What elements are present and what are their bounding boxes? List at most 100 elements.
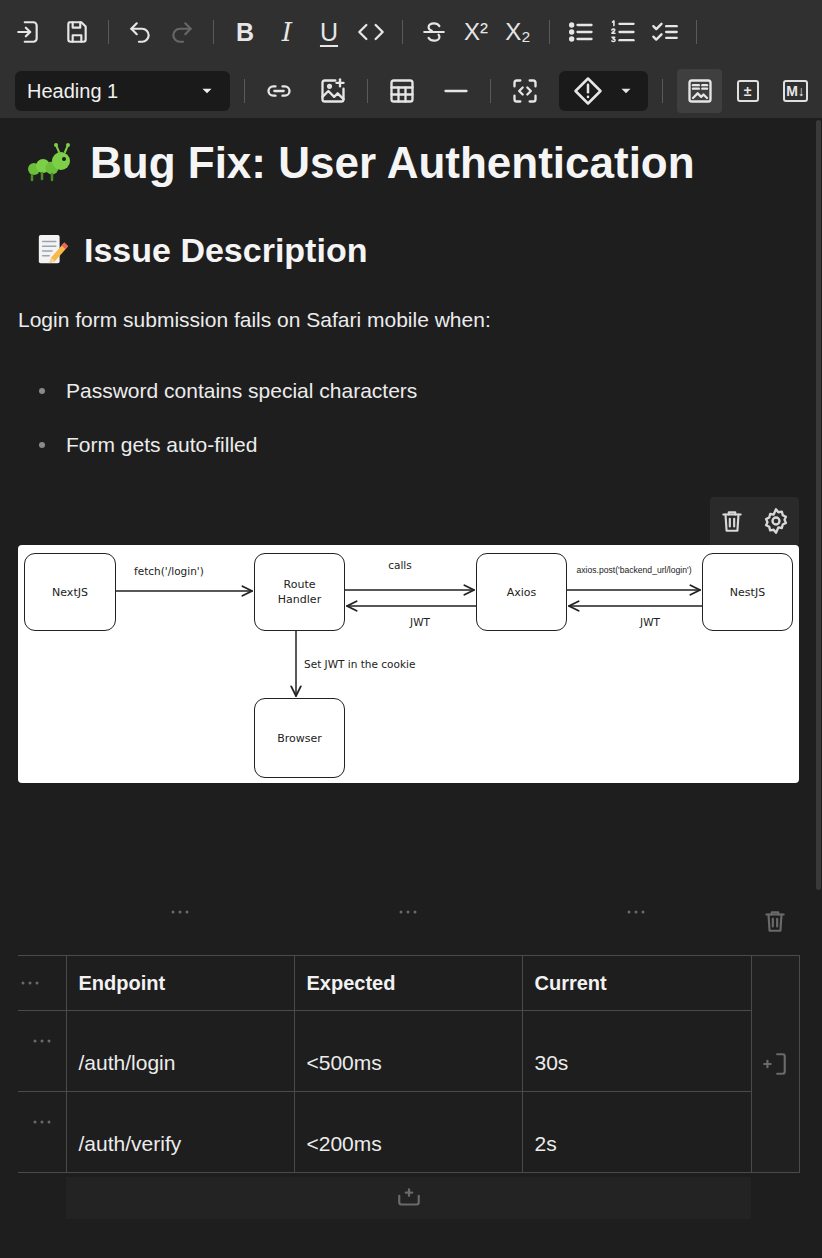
strikethrough-icon <box>421 19 447 45</box>
table-cell[interactable]: <200ms <box>294 1092 522 1173</box>
bullet-list-button[interactable] <box>561 12 601 52</box>
code-button[interactable] <box>351 12 391 52</box>
column-handle[interactable] <box>294 900 522 924</box>
code-block-icon <box>511 77 539 105</box>
save-icon <box>64 19 90 45</box>
bug-icon <box>24 139 72 187</box>
toolbar-separator <box>367 79 368 103</box>
editor-content[interactable]: Bug Fix: User Authentication Issue Descri… <box>0 135 822 1219</box>
preview-mode-button[interactable] <box>677 69 722 113</box>
callout-icon <box>573 76 603 106</box>
markdown-mode-button[interactable]: M↓ <box>773 69 818 113</box>
toolbar-row: Heading 1 ±M↓ <box>0 64 822 118</box>
chevron-down-icon <box>198 82 216 100</box>
diagram-node: Axios <box>476 553 567 631</box>
table-cell[interactable]: /auth/login <box>66 1011 294 1092</box>
code-block-button[interactable] <box>505 71 545 111</box>
toolbar-separator <box>490 79 491 103</box>
toolbar-separator <box>696 20 697 44</box>
callout-dropdown[interactable] <box>559 71 648 111</box>
delete-image-button[interactable] <box>719 508 745 534</box>
link-button[interactable] <box>259 71 299 111</box>
toolbar-separator <box>662 79 663 103</box>
column-header[interactable]: Endpoint <box>66 956 294 1011</box>
dots-icon <box>18 971 42 995</box>
horizontal-rule-button[interactable] <box>436 71 476 111</box>
edge-label: JWT <box>410 616 430 629</box>
table-cell[interactable]: <500ms <box>294 1011 522 1092</box>
table-row: /auth/verify<200ms2s <box>18 1092 799 1173</box>
memo-icon <box>36 233 70 267</box>
redo-button[interactable] <box>162 12 202 52</box>
add-column-icon <box>762 1051 788 1077</box>
trash-icon <box>762 908 788 934</box>
edge-label: JWT <box>640 616 660 629</box>
code-icon <box>357 18 385 46</box>
undo-button[interactable] <box>120 12 160 52</box>
section-heading[interactable]: Issue Description <box>18 228 799 272</box>
add-column-button[interactable] <box>751 956 799 1173</box>
horizontal-rule-icon <box>442 77 470 105</box>
bullet-item[interactable]: Form gets auto-filled <box>66 430 799 460</box>
table-cell[interactable]: /auth/verify <box>66 1092 294 1173</box>
bullet-dot <box>39 442 45 448</box>
row-handle[interactable] <box>18 1092 66 1173</box>
edge-label: fetch('/login') <box>134 565 204 578</box>
strikethrough-button[interactable] <box>414 12 454 52</box>
document-title[interactable]: Bug Fix: User Authentication <box>18 135 799 191</box>
table-icon <box>388 77 416 105</box>
add-row-icon <box>396 1185 422 1211</box>
add-row-button[interactable] <box>66 1177 751 1219</box>
dots-icon <box>168 900 192 924</box>
subscript-button[interactable]: X₂ <box>498 12 538 52</box>
column-header[interactable]: Expected <box>294 956 522 1011</box>
link-icon <box>264 77 294 105</box>
table-cell[interactable]: 2s <box>522 1092 751 1173</box>
chevron-down-icon <box>617 82 635 100</box>
table-button[interactable] <box>382 71 422 111</box>
column-handles <box>18 897 799 927</box>
image-settings-button[interactable] <box>762 507 790 535</box>
row-handle[interactable] <box>18 1011 66 1092</box>
edge-label: axios.post('backend_url/login') <box>576 564 691 577</box>
editor-toolbar: BIU X²X₂ Heading 1 ±M↓ <box>0 0 822 118</box>
insert-image-button[interactable] <box>313 71 353 111</box>
toolbar-row: BIU X²X₂ <box>0 0 822 64</box>
diagram-node: Browser <box>254 698 345 778</box>
save-button[interactable] <box>57 12 97 52</box>
bullet-dot <box>39 388 45 394</box>
bullet-item[interactable]: Password contains special characters <box>66 376 799 406</box>
row-handle[interactable] <box>18 956 66 1011</box>
column-handle[interactable] <box>522 900 750 924</box>
image-text-icon <box>686 77 714 105</box>
import-button[interactable] <box>8 12 48 52</box>
delete-table-button[interactable] <box>750 890 799 934</box>
superscript-button[interactable]: X² <box>456 12 496 52</box>
column-header[interactable]: Current <box>522 956 751 1011</box>
bullet-list-icon <box>567 18 595 46</box>
checklist-button[interactable] <box>645 12 685 52</box>
gear-icon <box>762 507 790 535</box>
italic-button[interactable]: I <box>267 12 307 52</box>
view-mode-group: ±M↓ <box>677 69 818 113</box>
block-type-select[interactable]: Heading 1 <box>15 71 230 111</box>
image-add-icon <box>319 77 347 105</box>
toolbar-separator <box>244 79 245 103</box>
underline-button[interactable]: U <box>309 12 349 52</box>
scrollbar[interactable] <box>816 120 821 890</box>
table-cell[interactable]: 30s <box>522 1011 751 1092</box>
diagram-image[interactable]: NextJSRoute HandlerAxiosNestJSBrowserfet… <box>18 545 799 783</box>
bold-button[interactable]: B <box>225 12 265 52</box>
numbered-list-button[interactable] <box>603 12 643 52</box>
table-header-row: EndpointExpectedCurrent <box>18 956 799 1011</box>
column-handle[interactable] <box>66 900 294 924</box>
diff-mode-button[interactable]: ± <box>725 69 770 113</box>
dots-icon <box>396 900 420 924</box>
edge-label: Set JWT in the cookie <box>304 658 415 671</box>
redo-icon <box>169 19 195 45</box>
paragraph[interactable]: Login form submission fails on Safari mo… <box>18 305 799 335</box>
trash-icon <box>719 508 745 534</box>
table-row: /auth/login<500ms30s <box>18 1011 799 1092</box>
diagram-node: Route Handler <box>254 553 345 631</box>
dots-icon <box>30 1110 54 1134</box>
